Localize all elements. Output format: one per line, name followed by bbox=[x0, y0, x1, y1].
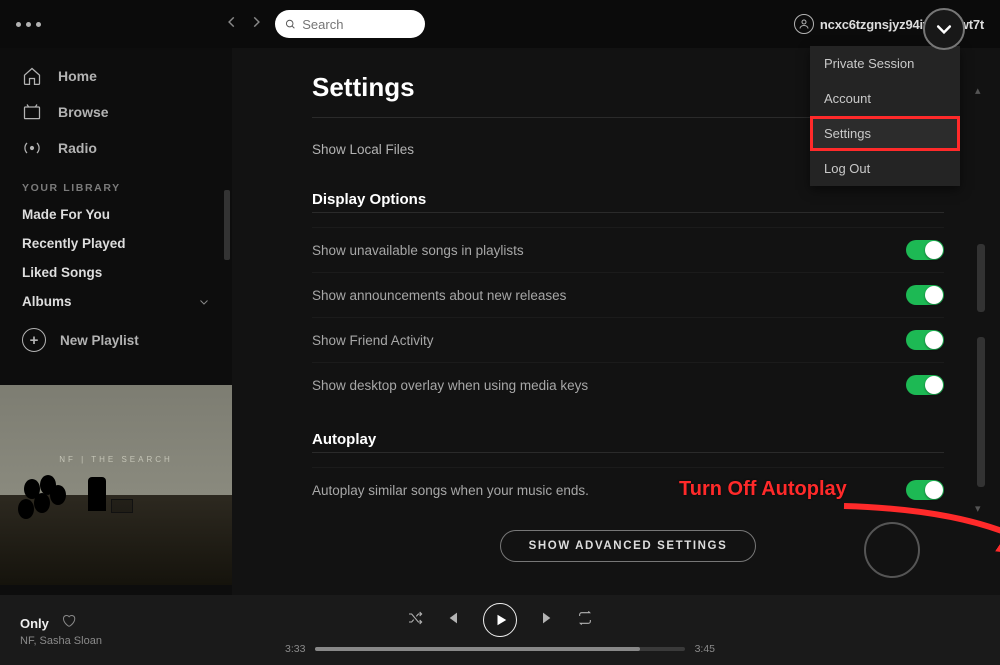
chevron-left-icon bbox=[225, 15, 239, 29]
option-label: Show announcements about new releases bbox=[312, 288, 566, 303]
option-label: Autoplay similar songs when your music e… bbox=[312, 483, 589, 498]
toggle-friend-activity[interactable] bbox=[906, 330, 944, 350]
menu-item-private-session[interactable]: Private Session bbox=[810, 46, 960, 81]
sidebar-item-label: Browse bbox=[58, 104, 109, 120]
repeat-icon bbox=[577, 610, 593, 626]
chevron-right-icon bbox=[249, 15, 263, 29]
option-label: Show desktop overlay when using media ke… bbox=[312, 378, 588, 393]
library-item-recently-played[interactable]: Recently Played bbox=[0, 229, 232, 258]
sidebar-item-radio[interactable]: Radio bbox=[0, 130, 232, 166]
sidebar-item-label: Home bbox=[58, 68, 97, 84]
scroll-down-icon[interactable]: ▾ bbox=[975, 502, 981, 515]
menu-item-account[interactable]: Account bbox=[810, 81, 960, 116]
sidebar-item-browse[interactable]: Browse bbox=[0, 94, 232, 130]
time-total: 3:45 bbox=[695, 643, 715, 655]
heart-icon bbox=[61, 613, 76, 628]
app-window: ncxc6tzgnsjyz94ivb82kwt7t Private Sessio… bbox=[0, 0, 1000, 665]
shuffle-button[interactable] bbox=[407, 610, 423, 631]
previous-button[interactable] bbox=[445, 610, 461, 631]
section-header-display: Display Options bbox=[312, 191, 944, 208]
menu-item-logout[interactable]: Log Out bbox=[810, 151, 960, 186]
home-icon bbox=[22, 66, 42, 86]
option-row: Show announcements about new releases bbox=[312, 272, 944, 317]
section-header-autoplay: Autoplay bbox=[312, 431, 944, 448]
progress-track[interactable] bbox=[315, 647, 684, 651]
chevron-down-icon bbox=[934, 19, 954, 39]
now-playing-artist[interactable]: NF, Sasha Sloan bbox=[20, 635, 102, 647]
main-scrollbar[interactable]: ▴ ▾ bbox=[974, 84, 988, 515]
option-row-autoplay: Autoplay similar songs when your music e… bbox=[312, 467, 944, 512]
shuffle-icon bbox=[407, 610, 423, 626]
like-button[interactable] bbox=[61, 613, 76, 633]
user-avatar[interactable] bbox=[794, 14, 814, 34]
sidebar: Home Browse Radio YOUR LIBRARY Made For … bbox=[0, 48, 232, 595]
progress-bar[interactable]: 3:33 3:45 bbox=[285, 643, 715, 655]
library-item-made-for-you[interactable]: Made For You bbox=[0, 200, 232, 229]
skip-forward-icon bbox=[539, 610, 555, 626]
user-menu: Private Session Account Settings Log Out bbox=[810, 46, 960, 186]
next-button[interactable] bbox=[539, 610, 555, 631]
now-playing-art[interactable]: NF | THE SEARCH bbox=[0, 385, 232, 585]
play-icon bbox=[494, 613, 508, 627]
browse-icon bbox=[22, 102, 42, 122]
menu-item-settings[interactable]: Settings bbox=[810, 116, 960, 151]
scroll-up-icon[interactable]: ▴ bbox=[975, 84, 981, 97]
user-icon bbox=[798, 18, 810, 30]
sidebar-item-home[interactable]: Home bbox=[0, 58, 232, 94]
sidebar-scrollbar[interactable] bbox=[224, 190, 230, 260]
sidebar-item-label: Radio bbox=[58, 140, 97, 156]
chevron-down-icon bbox=[198, 296, 210, 308]
annotation-text: Turn Off Autoplay bbox=[679, 478, 847, 501]
window-menu-icon[interactable] bbox=[16, 22, 41, 27]
radio-icon bbox=[22, 138, 42, 158]
toggle-unavailable-songs[interactable] bbox=[906, 240, 944, 260]
option-row: Show Friend Activity bbox=[312, 317, 944, 362]
search-icon bbox=[285, 18, 296, 31]
album-tagline: NF | THE SEARCH bbox=[59, 455, 173, 464]
play-button[interactable] bbox=[483, 603, 517, 637]
library-item-liked-songs[interactable]: Liked Songs bbox=[0, 258, 232, 287]
toggle-announcements[interactable] bbox=[906, 285, 944, 305]
option-row: Show desktop overlay when using media ke… bbox=[312, 362, 944, 407]
user-dropdown-toggle[interactable] bbox=[923, 8, 965, 50]
toggle-autoplay[interactable] bbox=[906, 480, 944, 500]
now-playing-title[interactable]: Only bbox=[20, 616, 49, 631]
search-field[interactable] bbox=[275, 10, 425, 38]
library-header: YOUR LIBRARY bbox=[0, 166, 232, 200]
new-playlist-button[interactable]: + New Playlist bbox=[0, 316, 232, 364]
option-row: Show unavailable songs in playlists bbox=[312, 227, 944, 272]
time-elapsed: 3:33 bbox=[285, 643, 305, 655]
search-input[interactable] bbox=[302, 17, 415, 32]
player-bar: Only NF, Sasha Sloan 3:33 3:45 bbox=[0, 595, 1000, 665]
option-label: Show unavailable songs in playlists bbox=[312, 243, 524, 258]
top-bar: ncxc6tzgnsjyz94ivb82kwt7t bbox=[0, 0, 1000, 48]
show-advanced-settings-button[interactable]: SHOW ADVANCED SETTINGS bbox=[500, 530, 757, 562]
option-label: Show Friend Activity bbox=[312, 333, 434, 348]
nav-forward-button[interactable] bbox=[249, 15, 263, 34]
repeat-button[interactable] bbox=[577, 610, 593, 631]
library-item-albums[interactable]: Albums bbox=[0, 287, 232, 316]
skip-back-icon bbox=[445, 610, 461, 626]
nav-back-button[interactable] bbox=[225, 15, 239, 34]
toggle-desktop-overlay[interactable] bbox=[906, 375, 944, 395]
plus-icon: + bbox=[22, 328, 46, 352]
